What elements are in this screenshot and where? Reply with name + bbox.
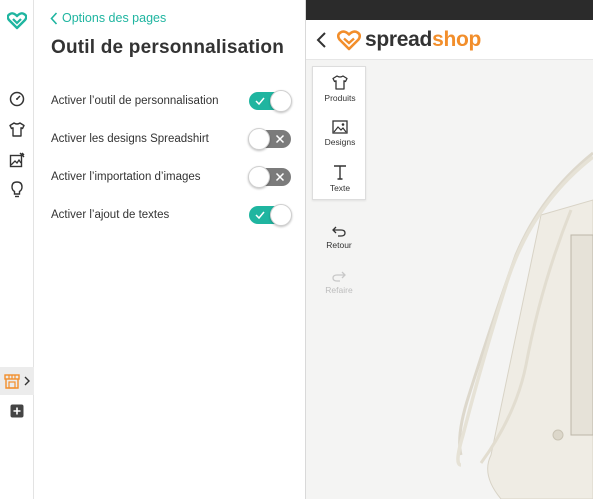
tshirt-icon — [332, 75, 348, 90]
toggle-switch[interactable] — [248, 128, 291, 150]
toggle-switch[interactable] — [249, 204, 292, 226]
tool-designs[interactable]: Designs — [313, 120, 367, 160]
undo-label: Retour — [326, 240, 352, 250]
undo-icon — [332, 226, 346, 237]
tool-produits[interactable]: Produits — [313, 75, 367, 115]
check-icon — [255, 97, 265, 106]
setting-label: Activer l’importation d’images — [51, 171, 201, 183]
cross-icon — [275, 172, 285, 182]
brand-name-part1: spread — [365, 28, 433, 51]
check-icon — [255, 211, 265, 220]
tool-label: Designs — [324, 137, 356, 147]
setting-label: Activer les designs Spreadshirt — [51, 133, 209, 145]
toggle-knob — [270, 204, 292, 226]
setting-row: Activer l’ajout de textes — [51, 204, 292, 226]
settings-panel: Options des pages Outil de personnalisat… — [34, 0, 306, 499]
spreadshop-logo[interactable]: spreadshop — [337, 28, 481, 52]
toggle-knob — [270, 90, 292, 112]
shop-header: spreadshop — [306, 20, 593, 60]
text-icon — [334, 165, 346, 180]
drawstring-bag-image — [456, 151, 593, 499]
setting-label: Activer l’outil de personnalisation — [51, 95, 219, 107]
toggle-switch[interactable] — [248, 166, 291, 188]
image-icon — [332, 120, 348, 134]
chevron-right-icon[interactable] — [23, 374, 31, 388]
toggle-knob — [248, 166, 270, 188]
image-edit-icon[interactable] — [0, 148, 34, 172]
chevron-left-icon — [50, 11, 58, 25]
redo-label: Refaire — [325, 285, 353, 295]
setting-row: Activer l’importation d’images — [51, 166, 291, 188]
shop-icon[interactable] — [0, 369, 24, 393]
toggle-knob — [248, 128, 270, 150]
brand-name-part2: shop — [432, 28, 482, 51]
logo-heart-icon[interactable] — [0, 9, 34, 33]
chevron-left-icon[interactable] — [315, 31, 329, 49]
redo-icon — [332, 271, 346, 282]
back-link-label: Options des pages — [62, 11, 167, 25]
shop-preview: spreadshop Produits Designs Texte Retour… — [306, 0, 593, 499]
tool-texte[interactable]: Texte — [313, 164, 367, 204]
dashboard-gauge-icon[interactable] — [0, 87, 34, 111]
lightbulb-icon[interactable] — [0, 177, 34, 201]
cross-icon — [275, 134, 285, 144]
left-rail — [0, 0, 34, 499]
undo-button[interactable]: Retour — [312, 226, 366, 260]
heart-logo-icon — [337, 29, 361, 50]
back-link[interactable]: Options des pages — [50, 11, 166, 25]
setting-row: Activer les designs Spreadshirt — [51, 128, 291, 150]
designer-toolbar: Produits Designs Texte — [312, 66, 366, 200]
page-title: Outil de personnalisation — [51, 37, 285, 58]
preview-top-bar — [306, 0, 593, 20]
toggle-switch[interactable] — [249, 90, 292, 112]
redo-button[interactable]: Refaire — [312, 271, 366, 305]
setting-label: Activer l’ajout de textes — [51, 209, 170, 221]
add-square-icon[interactable] — [0, 399, 34, 423]
tshirt-icon[interactable] — [0, 117, 34, 141]
tool-label: Produits — [324, 93, 356, 103]
tool-label: Texte — [329, 183, 351, 193]
setting-row: Activer l’outil de personnalisation — [51, 90, 292, 112]
